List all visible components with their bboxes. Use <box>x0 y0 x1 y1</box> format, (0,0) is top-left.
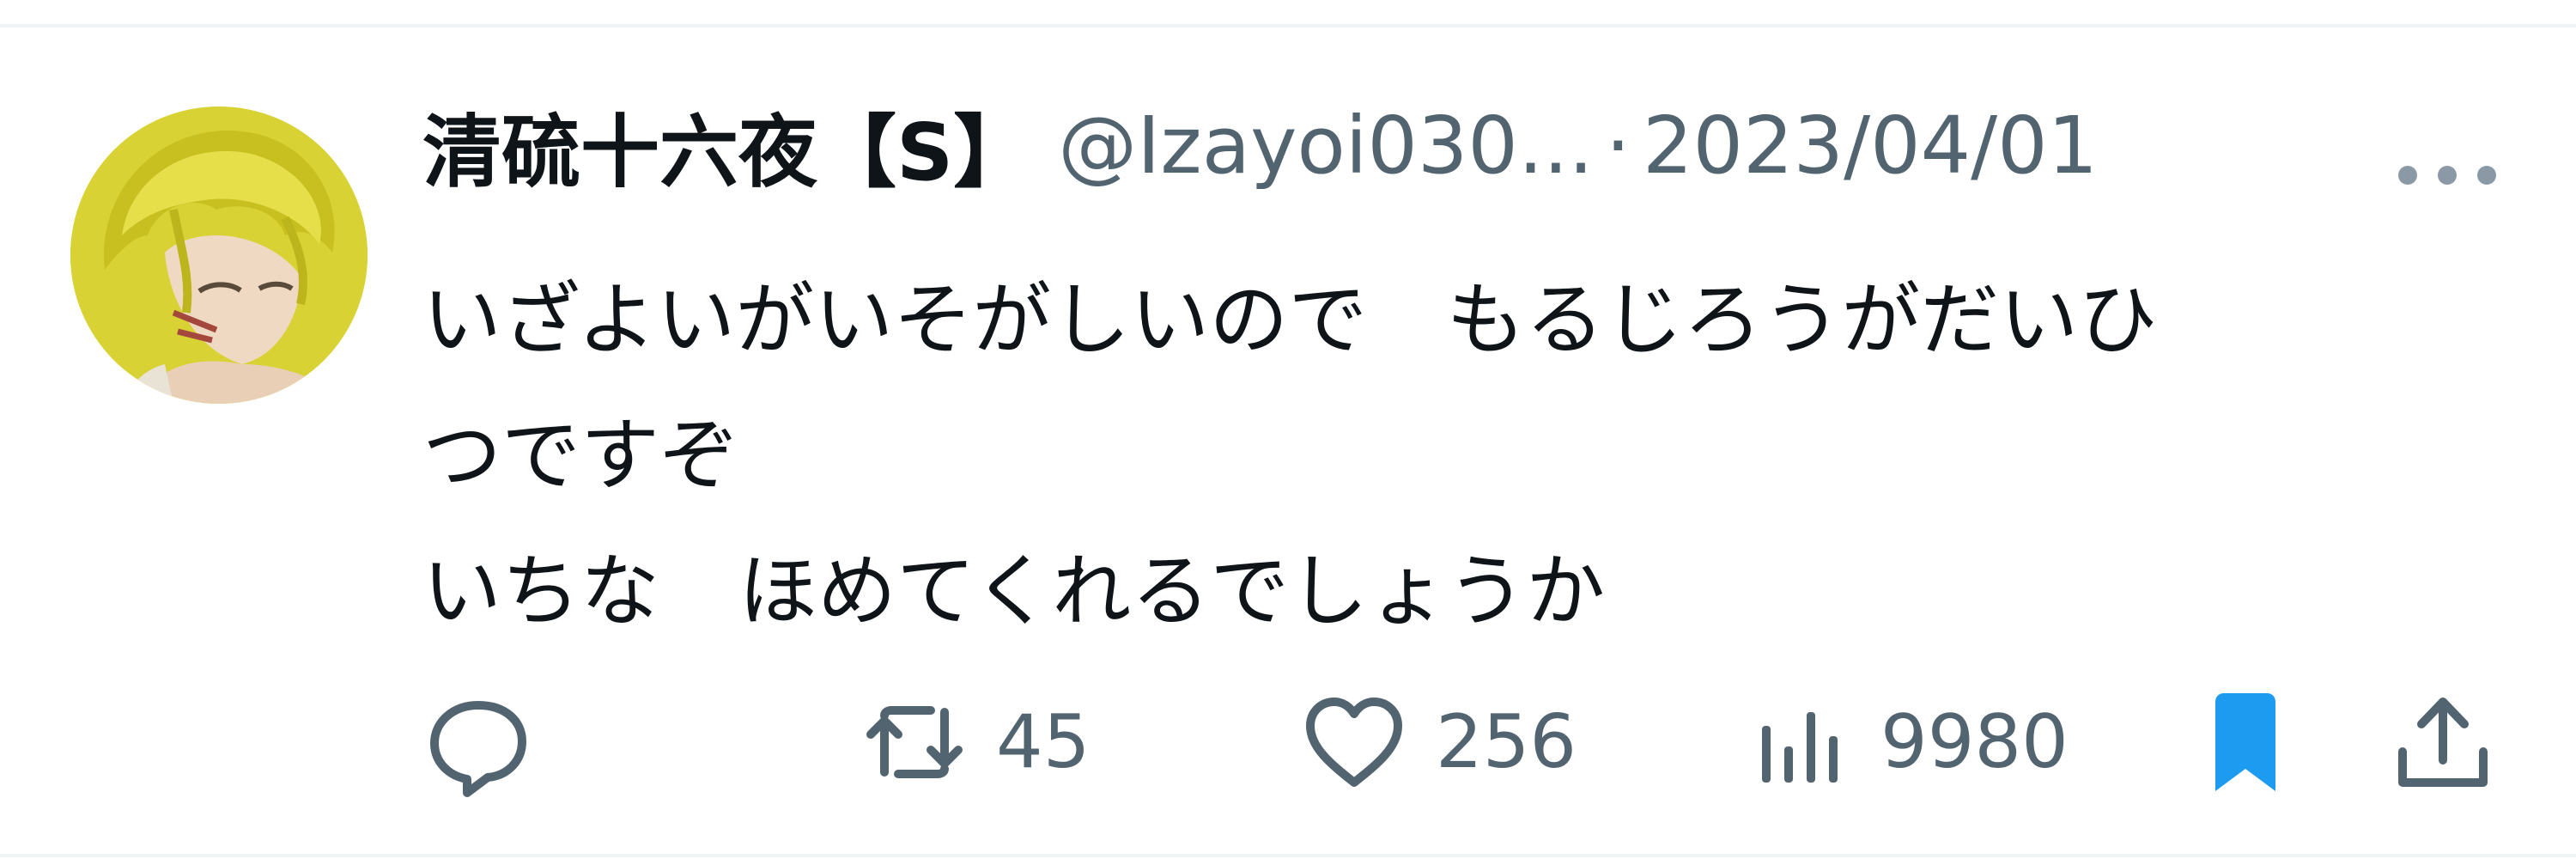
views-count: 9980 <box>1880 699 2069 785</box>
tweet-actions-bar: 45 256 9980 <box>0 673 2576 811</box>
avatar[interactable] <box>70 107 368 404</box>
tweet-text-line: いざよいがいそがしいので もるじろうがだいひ <box>422 274 2158 366</box>
retweet-button[interactable]: 45 <box>859 673 1090 811</box>
avatar-illustration <box>70 107 368 404</box>
display-name[interactable]: 清硫十六夜【S】 <box>422 88 1032 203</box>
tweet-text-line: いちな ほめてくれるでしょうか <box>422 545 1606 637</box>
like-button[interactable]: 256 <box>1298 673 1577 811</box>
more-dots-icon <box>2398 166 2496 185</box>
reply-button[interactable] <box>422 673 534 811</box>
views-button[interactable]: 9980 <box>1743 673 2069 811</box>
tweet-text-line: つですぞ <box>422 410 739 502</box>
views-bar-chart-icon <box>1743 686 1855 798</box>
reply-bubble-icon <box>422 686 534 798</box>
tweet-date[interactable]: 2023/04/01 <box>1643 100 2098 192</box>
heart-icon <box>1298 686 1410 798</box>
retweet-icon <box>859 686 970 798</box>
tweet-card[interactable]: 清硫十六夜【S】 @Izayoi030... · 2023/04/01 いざよい… <box>0 27 2576 854</box>
more-options-button[interactable] <box>2387 149 2507 201</box>
user-handle[interactable]: @Izayoi030... <box>1058 100 1593 192</box>
tweet-text: いざよいがいそがしいので もるじろうがだいひ つですぞ いちな ほめてくれるでし… <box>422 253 2500 660</box>
header-separator: · <box>1605 99 1631 192</box>
share-upload-icon <box>2387 686 2499 798</box>
tweet-header: 清硫十六夜【S】 @Izayoi030... · 2023/04/01 <box>422 98 2098 198</box>
bookmark-filled-icon <box>2190 686 2301 798</box>
bookmark-button[interactable] <box>2190 673 2301 811</box>
share-button[interactable] <box>2387 673 2499 811</box>
bottom-divider <box>0 854 2576 857</box>
retweet-count: 45 <box>996 699 1091 785</box>
like-count: 256 <box>1436 699 1577 785</box>
